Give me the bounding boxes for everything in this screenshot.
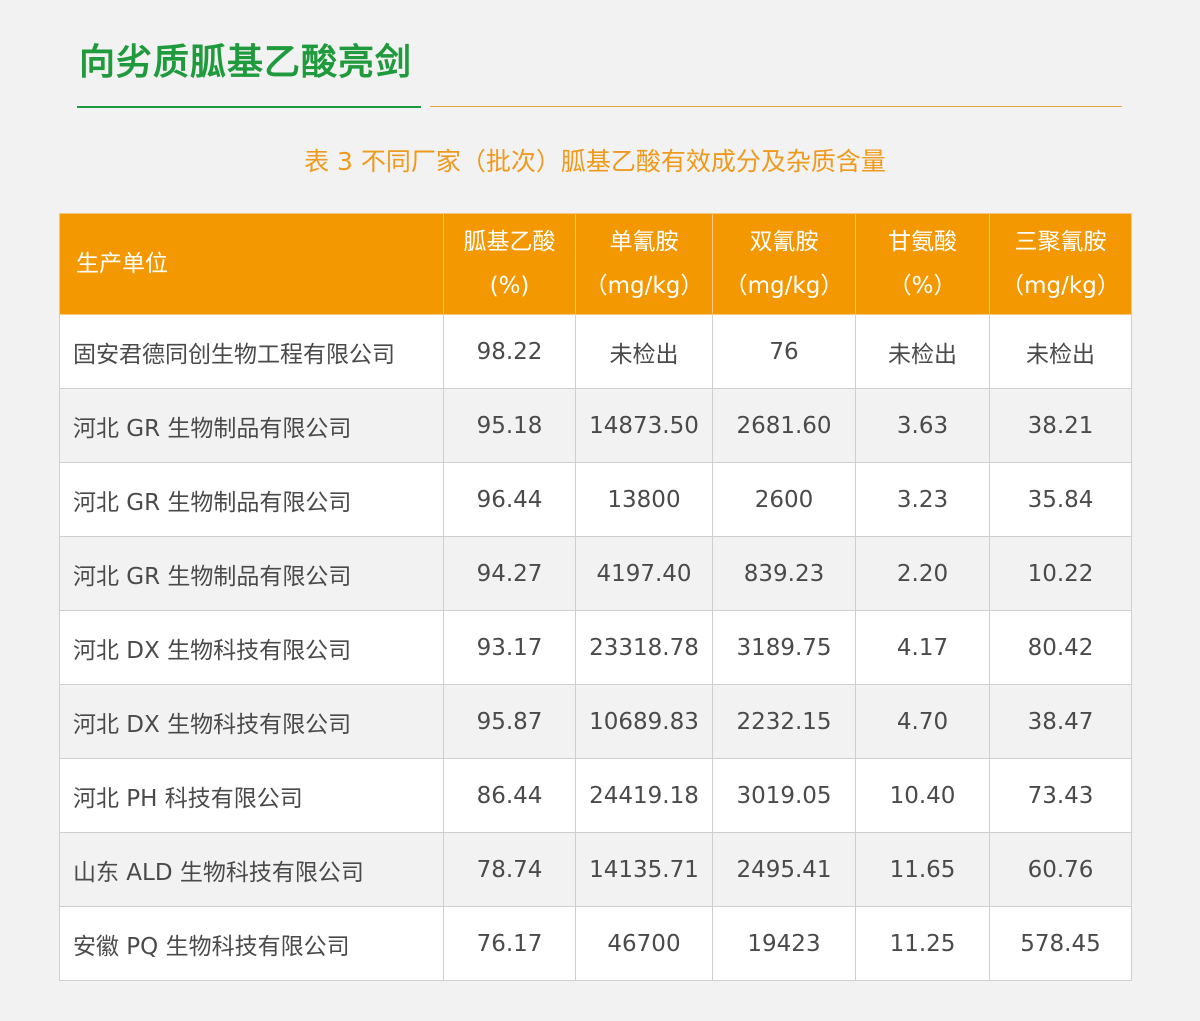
cell-glycine: 3.63 [855,388,990,463]
table-row: 河北 GR 生物制品有限公司 94.27 4197.40 839.23 2.20… [59,536,1132,611]
header-label: 生产单位 [76,251,168,277]
cell-dicyandiamide: 2681.60 [712,388,856,463]
cell-cyanamide: 13800 [575,462,713,537]
header-unit: (%) [489,273,530,299]
table-row: 河北 DX 生物科技有限公司 95.87 10689.83 2232.15 4.… [59,684,1132,759]
title-underline-orange [430,106,1122,107]
cell-guanidinoacetic-acid: 96.44 [443,462,576,537]
cell-guanidinoacetic-acid: 78.74 [443,832,576,907]
cell-melamine: 38.47 [989,684,1132,759]
header-unit: （mg/kg） [1001,273,1120,299]
cell-melamine: 60.76 [989,832,1132,907]
table-caption: 表 3 不同厂家（批次）胍基乙酸有效成分及杂质含量 [304,147,886,176]
cell-guanidinoacetic-acid: 95.18 [443,388,576,463]
cell-dicyandiamide: 3019.05 [712,758,856,833]
cell-cyanamide: 46700 [575,906,713,981]
cell-melamine: 未检出 [989,314,1132,389]
cell-producer: 山东 ALD 生物科技有限公司 [59,832,444,907]
cell-guanidinoacetic-acid: 86.44 [443,758,576,833]
table-row: 河北 DX 生物科技有限公司 93.17 23318.78 3189.75 4.… [59,610,1132,685]
cell-melamine: 10.22 [989,536,1132,611]
cell-cyanamide: 23318.78 [575,610,713,685]
cell-cyanamide: 14135.71 [575,832,713,907]
cell-dicyandiamide: 19423 [712,906,856,981]
cell-producer: 河北 PH 科技有限公司 [59,758,444,833]
cell-dicyandiamide: 76 [712,314,856,389]
cell-cyanamide: 24419.18 [575,758,713,833]
header-producer: 生产单位 [59,213,444,315]
cell-guanidinoacetic-acid: 95.87 [443,684,576,759]
header-dicyandiamide: 双氰胺 （mg/kg） [712,213,856,315]
cell-glycine: 未检出 [855,314,990,389]
header-unit: （mg/kg） [724,273,844,299]
cell-producer: 固安君德同创生物工程有限公司 [59,314,444,389]
title-underline-green [77,106,421,108]
header-melamine: 三聚氰胺 （mg/kg） [989,213,1132,315]
cell-melamine: 578.45 [989,906,1132,981]
cell-producer: 安徽 PQ 生物科技有限公司 [59,906,444,981]
cell-cyanamide: 10689.83 [575,684,713,759]
cell-glycine: 10.40 [855,758,990,833]
table-row: 河北 GR 生物制品有限公司 95.18 14873.50 2681.60 3.… [59,388,1132,463]
cell-cyanamide: 未检出 [575,314,713,389]
cell-dicyandiamide: 2232.15 [712,684,856,759]
header-label: 单氰胺 [609,229,679,255]
table-row: 安徽 PQ 生物科技有限公司 76.17 46700 19423 11.25 5… [59,906,1132,981]
cell-glycine: 11.65 [855,832,990,907]
header-label: 双氰胺 [749,229,819,255]
header-unit: （mg/kg） [584,273,704,299]
cell-cyanamide: 14873.50 [575,388,713,463]
cell-glycine: 4.70 [855,684,990,759]
data-table: 生产单位 胍基乙酸 (%) 单氰胺 （mg/kg） 双氰胺 （mg/kg） 甘氨… [59,213,1132,981]
header-label: 胍基乙酸 [463,229,556,255]
header-label: 甘氨酸 [888,229,957,255]
cell-melamine: 80.42 [989,610,1132,685]
table-row: 固安君德同创生物工程有限公司 98.22 未检出 76 未检出 未检出 [59,314,1132,389]
table-row: 山东 ALD 生物科技有限公司 78.74 14135.71 2495.41 1… [59,832,1132,907]
cell-producer: 河北 GR 生物制品有限公司 [59,388,444,463]
table-header-row: 生产单位 胍基乙酸 (%) 单氰胺 （mg/kg） 双氰胺 （mg/kg） 甘氨… [59,213,1132,315]
cell-producer: 河北 DX 生物科技有限公司 [59,610,444,685]
cell-guanidinoacetic-acid: 93.17 [443,610,576,685]
cell-melamine: 35.84 [989,462,1132,537]
page-title: 向劣质胍基乙酸亮剑 [79,42,413,83]
cell-guanidinoacetic-acid: 98.22 [443,314,576,389]
cell-dicyandiamide: 3189.75 [712,610,856,685]
cell-glycine: 11.25 [855,906,990,981]
cell-producer: 河北 GR 生物制品有限公司 [59,462,444,537]
header-cyanamide: 单氰胺 （mg/kg） [575,213,713,315]
cell-dicyandiamide: 2495.41 [712,832,856,907]
cell-glycine: 2.20 [855,536,990,611]
cell-dicyandiamide: 839.23 [712,536,856,611]
cell-producer: 河北 DX 生物科技有限公司 [59,684,444,759]
cell-guanidinoacetic-acid: 94.27 [443,536,576,611]
header-guanidinoacetic-acid: 胍基乙酸 (%) [443,213,576,315]
cell-producer: 河北 GR 生物制品有限公司 [59,536,444,611]
cell-glycine: 3.23 [855,462,990,537]
cell-cyanamide: 4197.40 [575,536,713,611]
cell-melamine: 73.43 [989,758,1132,833]
table-row: 河北 GR 生物制品有限公司 96.44 13800 2600 3.23 35.… [59,462,1132,537]
cell-glycine: 4.17 [855,610,990,685]
header-glycine: 甘氨酸 （%） [855,213,990,315]
header-label: 三聚氰胺 [1014,229,1107,255]
table-row: 河北 PH 科技有限公司 86.44 24419.18 3019.05 10.4… [59,758,1132,833]
cell-melamine: 38.21 [989,388,1132,463]
cell-dicyandiamide: 2600 [712,462,856,537]
cell-guanidinoacetic-acid: 76.17 [443,906,576,981]
header-unit: （%） [888,273,957,299]
